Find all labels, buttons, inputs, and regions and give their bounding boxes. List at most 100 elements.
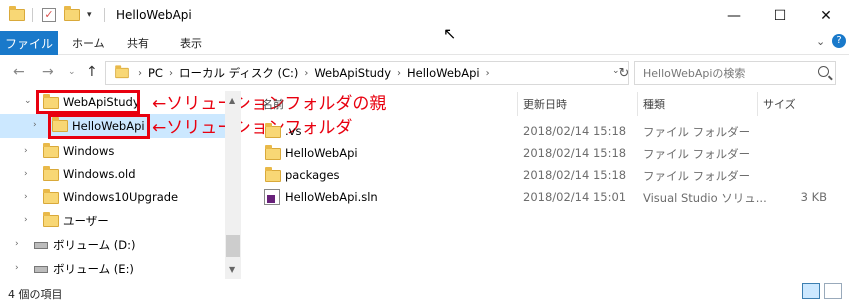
file-type: ファイル フォルダー [643,169,751,183]
vertical-separator [32,6,33,24]
folder-icon [43,166,59,181]
breadcrumb-webapistudy[interactable]: WebApiStudy [314,66,391,80]
minimize-button[interactable]: — [711,0,757,31]
help-icon[interactable]: ? [832,34,846,48]
file-type: ファイル フォルダー [643,125,751,139]
column-header-date[interactable]: 更新日時 [523,92,567,116]
maximize-button[interactable]: ☐ [757,0,803,31]
chevron-right-icon[interactable]: › [169,68,173,79]
window-title: HelloWebApi [116,8,192,22]
search-icon[interactable] [818,66,829,77]
navigation-bar: ← → ⌄ ↑ › PC › ローカル ディスク (C:) › WebApiSt… [0,55,849,91]
chevron-down-icon[interactable]: ⌄ [24,96,32,106]
tab-home[interactable]: ホーム [72,31,105,55]
chevron-right-icon[interactable]: › [15,263,19,273]
nav-item-label: Windows.old [63,167,136,181]
folder-icon [43,143,59,158]
up-arrow-icon[interactable]: ↑ [86,64,98,80]
item-count: 4 個の項目 [8,288,63,301]
address-bar[interactable]: › PC › ローカル ディスク (C:) › WebApiStudy › He… [105,61,629,85]
chevron-right-icon[interactable]: › [24,146,28,156]
file-name: HelloWebApi.sln [285,190,378,204]
chevron-right-icon[interactable]: › [138,68,142,79]
nav-item-label: ユーザー [63,214,109,228]
annotation-box-solution [48,114,150,139]
file-row[interactable]: packages 2018/02/14 15:18 ファイル フォルダー [255,164,835,186]
file-name: packages [285,168,340,182]
chevron-right-icon[interactable]: › [397,68,401,79]
scroll-down-icon[interactable]: ▼ [229,265,235,274]
file-date: 2018/02/14 15:18 [523,124,627,138]
tab-share[interactable]: 共有 [127,31,149,55]
folder-icon [115,65,129,79]
folder-icon [265,167,281,182]
status-bar: 4 個の項目 [0,279,849,304]
column-header-size[interactable]: サイズ [763,92,796,116]
close-button[interactable]: ✕ [803,0,849,31]
forward-arrow-icon[interactable]: → [42,64,54,80]
chevron-right-icon[interactable]: › [24,192,28,202]
visual-studio-solution-icon [264,189,280,205]
search-placeholder: HelloWebApiの検索 [643,67,746,80]
nav-item-label: Windows [63,144,115,158]
nav-item-volume-d[interactable]: › ボリューム (D:) [0,233,225,255]
tab-file[interactable]: ファイル [0,31,58,55]
nav-item-volume-e[interactable]: › ボリューム (E:) [0,257,225,279]
ribbon-tabs: ファイル ホーム 共有 表示 ⌄ ? [0,31,849,55]
vertical-separator [104,6,105,24]
file-type: ファイル フォルダー [643,147,751,161]
expand-ribbon-chevron-icon[interactable]: ⌄ [816,35,825,48]
chevron-right-icon[interactable]: › [33,120,37,130]
folder-icon [43,212,59,227]
nav-item-users[interactable]: › ユーザー [0,209,225,231]
properties-check-icon[interactable]: ✓ [42,6,56,24]
chevron-right-icon[interactable]: › [24,169,28,179]
file-date: 2018/02/14 15:18 [523,146,627,160]
nav-item-windows-old[interactable]: › Windows.old [0,163,225,185]
large-icons-view-icon[interactable] [824,283,842,299]
column-divider[interactable] [637,92,638,116]
file-date: 2018/02/14 15:01 [523,190,627,204]
search-input[interactable]: HelloWebApiの検索 [634,61,836,85]
file-row[interactable]: HelloWebApi.sln 2018/02/14 15:01 Visual … [255,186,835,208]
scrollbar-thumb[interactable] [226,235,240,257]
nav-item-label: ボリューム (E:) [53,262,134,276]
recent-locations-chevron-icon[interactable]: ⌄ [68,67,76,77]
file-size: 3 KB [800,190,827,204]
refresh-icon[interactable]: ↻ [614,61,634,85]
column-header-type[interactable]: 種類 [643,92,665,116]
tab-view[interactable]: 表示 [180,31,202,55]
file-name: HelloWebApi [285,146,358,160]
breadcrumb-pc[interactable]: PC [148,66,163,80]
folder-icon [43,189,59,204]
back-arrow-icon[interactable]: ← [13,64,25,80]
chevron-right-icon[interactable]: › [304,68,308,79]
folder-icon [265,123,281,138]
annotation-box-parent [36,90,140,114]
nav-item-label: Windows10Upgrade [63,190,179,204]
file-row[interactable]: .vs 2018/02/14 15:18 ファイル フォルダー [255,120,835,142]
column-divider[interactable] [517,92,518,116]
chevron-right-icon[interactable]: › [15,239,19,249]
column-header-name[interactable]: 名前 [262,92,284,116]
nav-item-windows[interactable]: › Windows [0,140,225,162]
breadcrumb-local-disk[interactable]: ローカル ディスク (C:) [179,65,298,81]
new-folder-icon[interactable] [64,6,80,24]
breadcrumb-hellowebapi[interactable]: HelloWebApi [407,66,480,80]
customize-quick-access-chevron-icon[interactable]: ▾ [87,6,92,24]
file-row[interactable]: HelloWebApi 2018/02/14 15:18 ファイル フォルダー [255,142,835,164]
column-divider[interactable] [757,92,758,116]
folder-icon [9,6,25,24]
details-view-icon[interactable] [802,283,820,299]
chevron-right-icon[interactable]: › [24,215,28,225]
chevron-right-icon[interactable]: › [486,68,490,79]
nav-item-windows10upgrade[interactable]: › Windows10Upgrade [0,186,225,208]
file-type: Visual Studio ソリュ... [643,191,767,205]
drive-icon [34,242,48,249]
file-date: 2018/02/14 15:18 [523,168,627,182]
scroll-up-icon[interactable]: ▲ [229,96,235,105]
drive-icon [34,266,48,273]
folder-icon [265,145,281,160]
nav-item-label: ボリューム (D:) [53,238,136,252]
file-name: .vs [285,124,302,138]
